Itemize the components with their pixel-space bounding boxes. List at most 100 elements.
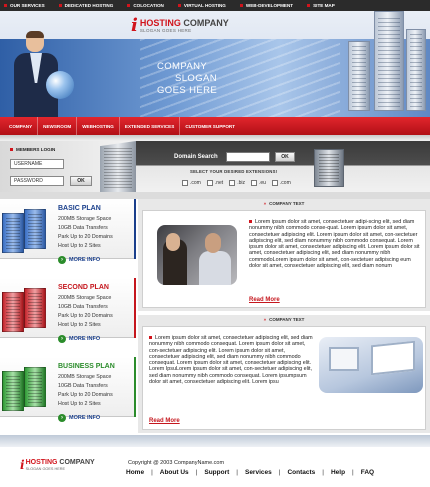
bullet-icon xyxy=(4,4,7,7)
password-field[interactable]: PASSWORD xyxy=(10,176,64,186)
menu-customer-support[interactable]: customer support xyxy=(180,117,240,135)
office-computer-image xyxy=(319,337,423,393)
extensions-list: .com .net .biz .eu .com xyxy=(182,180,297,186)
top-nav-colocation[interactable]: colocation xyxy=(127,3,164,8)
domain-search-ok-button[interactable]: OK xyxy=(275,152,295,162)
buildings-image xyxy=(344,11,430,117)
more-info-link[interactable]: › MORE INFO xyxy=(58,414,100,422)
plan-name: BASIC PLAN xyxy=(58,205,101,212)
extension-option[interactable]: .com xyxy=(182,180,201,186)
footer-link-help[interactable]: Help xyxy=(331,469,345,476)
logo-brand-right: COMPANY xyxy=(183,18,229,28)
menu-webhosting[interactable]: webhosting xyxy=(77,117,120,135)
read-more-link[interactable]: Read More xyxy=(149,418,180,424)
login-ok-button[interactable]: OK xyxy=(70,176,92,186)
checkbox-icon[interactable] xyxy=(182,180,188,186)
server-rack-icon xyxy=(2,286,50,334)
logo-slogan: SLOGAN GOES HERE xyxy=(25,467,66,471)
members-login: members login USERNAME PASSWORD OK xyxy=(0,141,136,192)
server-image xyxy=(314,149,344,187)
plan-business: BUSINESS PLAN 200MB Storage Space 10GB D… xyxy=(0,357,136,422)
plan-feature: 10GB Data Transfers xyxy=(58,225,108,231)
plan-feature: 200MB Storage Space xyxy=(58,374,112,380)
extension-option[interactable]: .eu xyxy=(250,180,266,186)
menu-newsroom[interactable]: newsroom xyxy=(38,117,78,135)
username-field[interactable]: USERNAME xyxy=(10,159,64,169)
checkbox-icon[interactable] xyxy=(250,180,257,186)
domain-search-input[interactable] xyxy=(226,152,270,162)
more-info-link[interactable]: › MORE INFO xyxy=(58,335,100,343)
top-nav-our-services[interactable]: our services xyxy=(4,3,45,8)
top-nav-label: our services xyxy=(10,3,45,8)
extension-option[interactable]: .biz xyxy=(229,180,245,186)
top-nav-label: site map xyxy=(313,3,335,8)
arrow-right-icon: › xyxy=(58,414,66,422)
menu-extended-services[interactable]: extended services xyxy=(120,117,181,135)
top-nav: our services dedicated hosting colocatio… xyxy=(0,0,430,11)
plan-feature: Host Up to 2 Sites xyxy=(58,322,101,328)
extensions-title: select your desired extensions! xyxy=(190,169,278,174)
menu-company[interactable]: company xyxy=(4,117,39,135)
top-nav-web-development[interactable]: web-development xyxy=(239,3,294,8)
bullet-icon xyxy=(307,4,311,7)
top-nav-virtual-hosting[interactable]: virtual hosting xyxy=(177,3,226,8)
arrow-right-icon: › xyxy=(58,256,66,264)
panel-text: Lorem ipsum dolor sit amet, consectetuer… xyxy=(149,335,315,385)
footer-logo[interactable]: i HOSTING COMPANY SLOGAN GOES HERE xyxy=(20,459,95,471)
plan-feature: Host Up to 2 Sites xyxy=(58,243,101,249)
panel-text: Lorem ipsum dolor sit amet, consectetuer… xyxy=(249,219,420,270)
bullet-icon xyxy=(58,4,62,7)
plan-feature: 200MB Storage Space xyxy=(58,295,112,301)
footer-link-about-us[interactable]: About Us xyxy=(160,469,189,476)
plan-feature: 10GB Data Transfers xyxy=(58,383,108,389)
plan-basic: BASIC PLAN 200MB Storage Space 10GB Data… xyxy=(0,199,136,264)
arrow-right-icon: › xyxy=(58,335,66,343)
logo-letter: i xyxy=(20,458,25,472)
footer-link-support[interactable]: Support xyxy=(204,469,229,476)
plan-name: SECOND PLAN xyxy=(58,284,109,291)
footer-link-faq[interactable]: FAQ xyxy=(361,469,374,476)
top-nav-site-map[interactable]: site map xyxy=(307,3,335,8)
copyright-text: Copyright @ 2003 CompanyName.com xyxy=(128,460,225,466)
bullet-icon xyxy=(127,4,131,7)
server-rack-icon xyxy=(2,365,50,413)
banner-slogan-line: COMPANY xyxy=(157,61,208,72)
plan-feature: 10GB Data Transfers xyxy=(58,304,108,310)
site-logo[interactable]: i HOSTING COMPANY SLOGAN GOES HERE xyxy=(131,15,229,36)
footer-link-contacts[interactable]: Contacts xyxy=(287,469,315,476)
checkbox-icon[interactable] xyxy=(271,180,278,186)
logo-brand-right: COMPANY xyxy=(59,459,95,466)
globe-icon xyxy=(46,71,74,99)
server-image xyxy=(100,141,136,192)
domain-search: Domain Search OK select your desired ext… xyxy=(136,141,430,192)
checkbox-icon[interactable] xyxy=(206,180,213,186)
footer-link-services[interactable]: Services xyxy=(245,469,272,476)
server-rack-icon xyxy=(2,207,50,255)
company-text-panel-2: company text Lorem ipsum dolor sit amet,… xyxy=(138,315,430,433)
footer-links: Home | About Us | Support | Services | Conta… xyxy=(126,469,375,476)
footer-link-home[interactable]: Home xyxy=(126,469,144,476)
extension-option[interactable]: .com xyxy=(271,180,291,186)
top-nav-label: web-development xyxy=(245,3,294,8)
company-text-panel-1: company text Lorem ipsum dolor sit amet,… xyxy=(138,199,430,311)
top-nav-label: dedicated hosting xyxy=(64,3,114,8)
members-login-title: members login xyxy=(9,147,56,152)
footer: i HOSTING COMPANY SLOGAN GOES HERE Copyr… xyxy=(0,447,430,487)
main-menu: company newsroom webhosting extended ser… xyxy=(0,117,430,135)
footer-bar xyxy=(0,435,430,447)
read-more-link[interactable]: Read More xyxy=(249,297,280,303)
checkbox-icon[interactable] xyxy=(229,180,236,186)
logo-letter: i xyxy=(131,15,138,36)
more-info-link[interactable]: › MORE INFO xyxy=(58,256,100,264)
extension-option[interactable]: .net xyxy=(206,180,223,186)
plan-feature: Host Up to 2 Sites xyxy=(58,401,101,407)
panel-title: company text xyxy=(138,317,430,325)
plan-feature: 200MB Storage Space xyxy=(58,216,112,222)
plan-feature: Park Up to 20 Domains xyxy=(58,392,113,398)
domain-search-label: Domain Search xyxy=(174,154,218,160)
top-nav-dedicated-hosting[interactable]: dedicated hosting xyxy=(58,3,114,8)
plan-feature: Park Up to 20 Domains xyxy=(58,313,113,319)
logo-slogan: SLOGAN GOES HERE xyxy=(139,28,192,33)
bullet-icon xyxy=(177,4,181,7)
plan-second: SECOND PLAN 200MB Storage Space 10GB Dat… xyxy=(0,278,136,343)
